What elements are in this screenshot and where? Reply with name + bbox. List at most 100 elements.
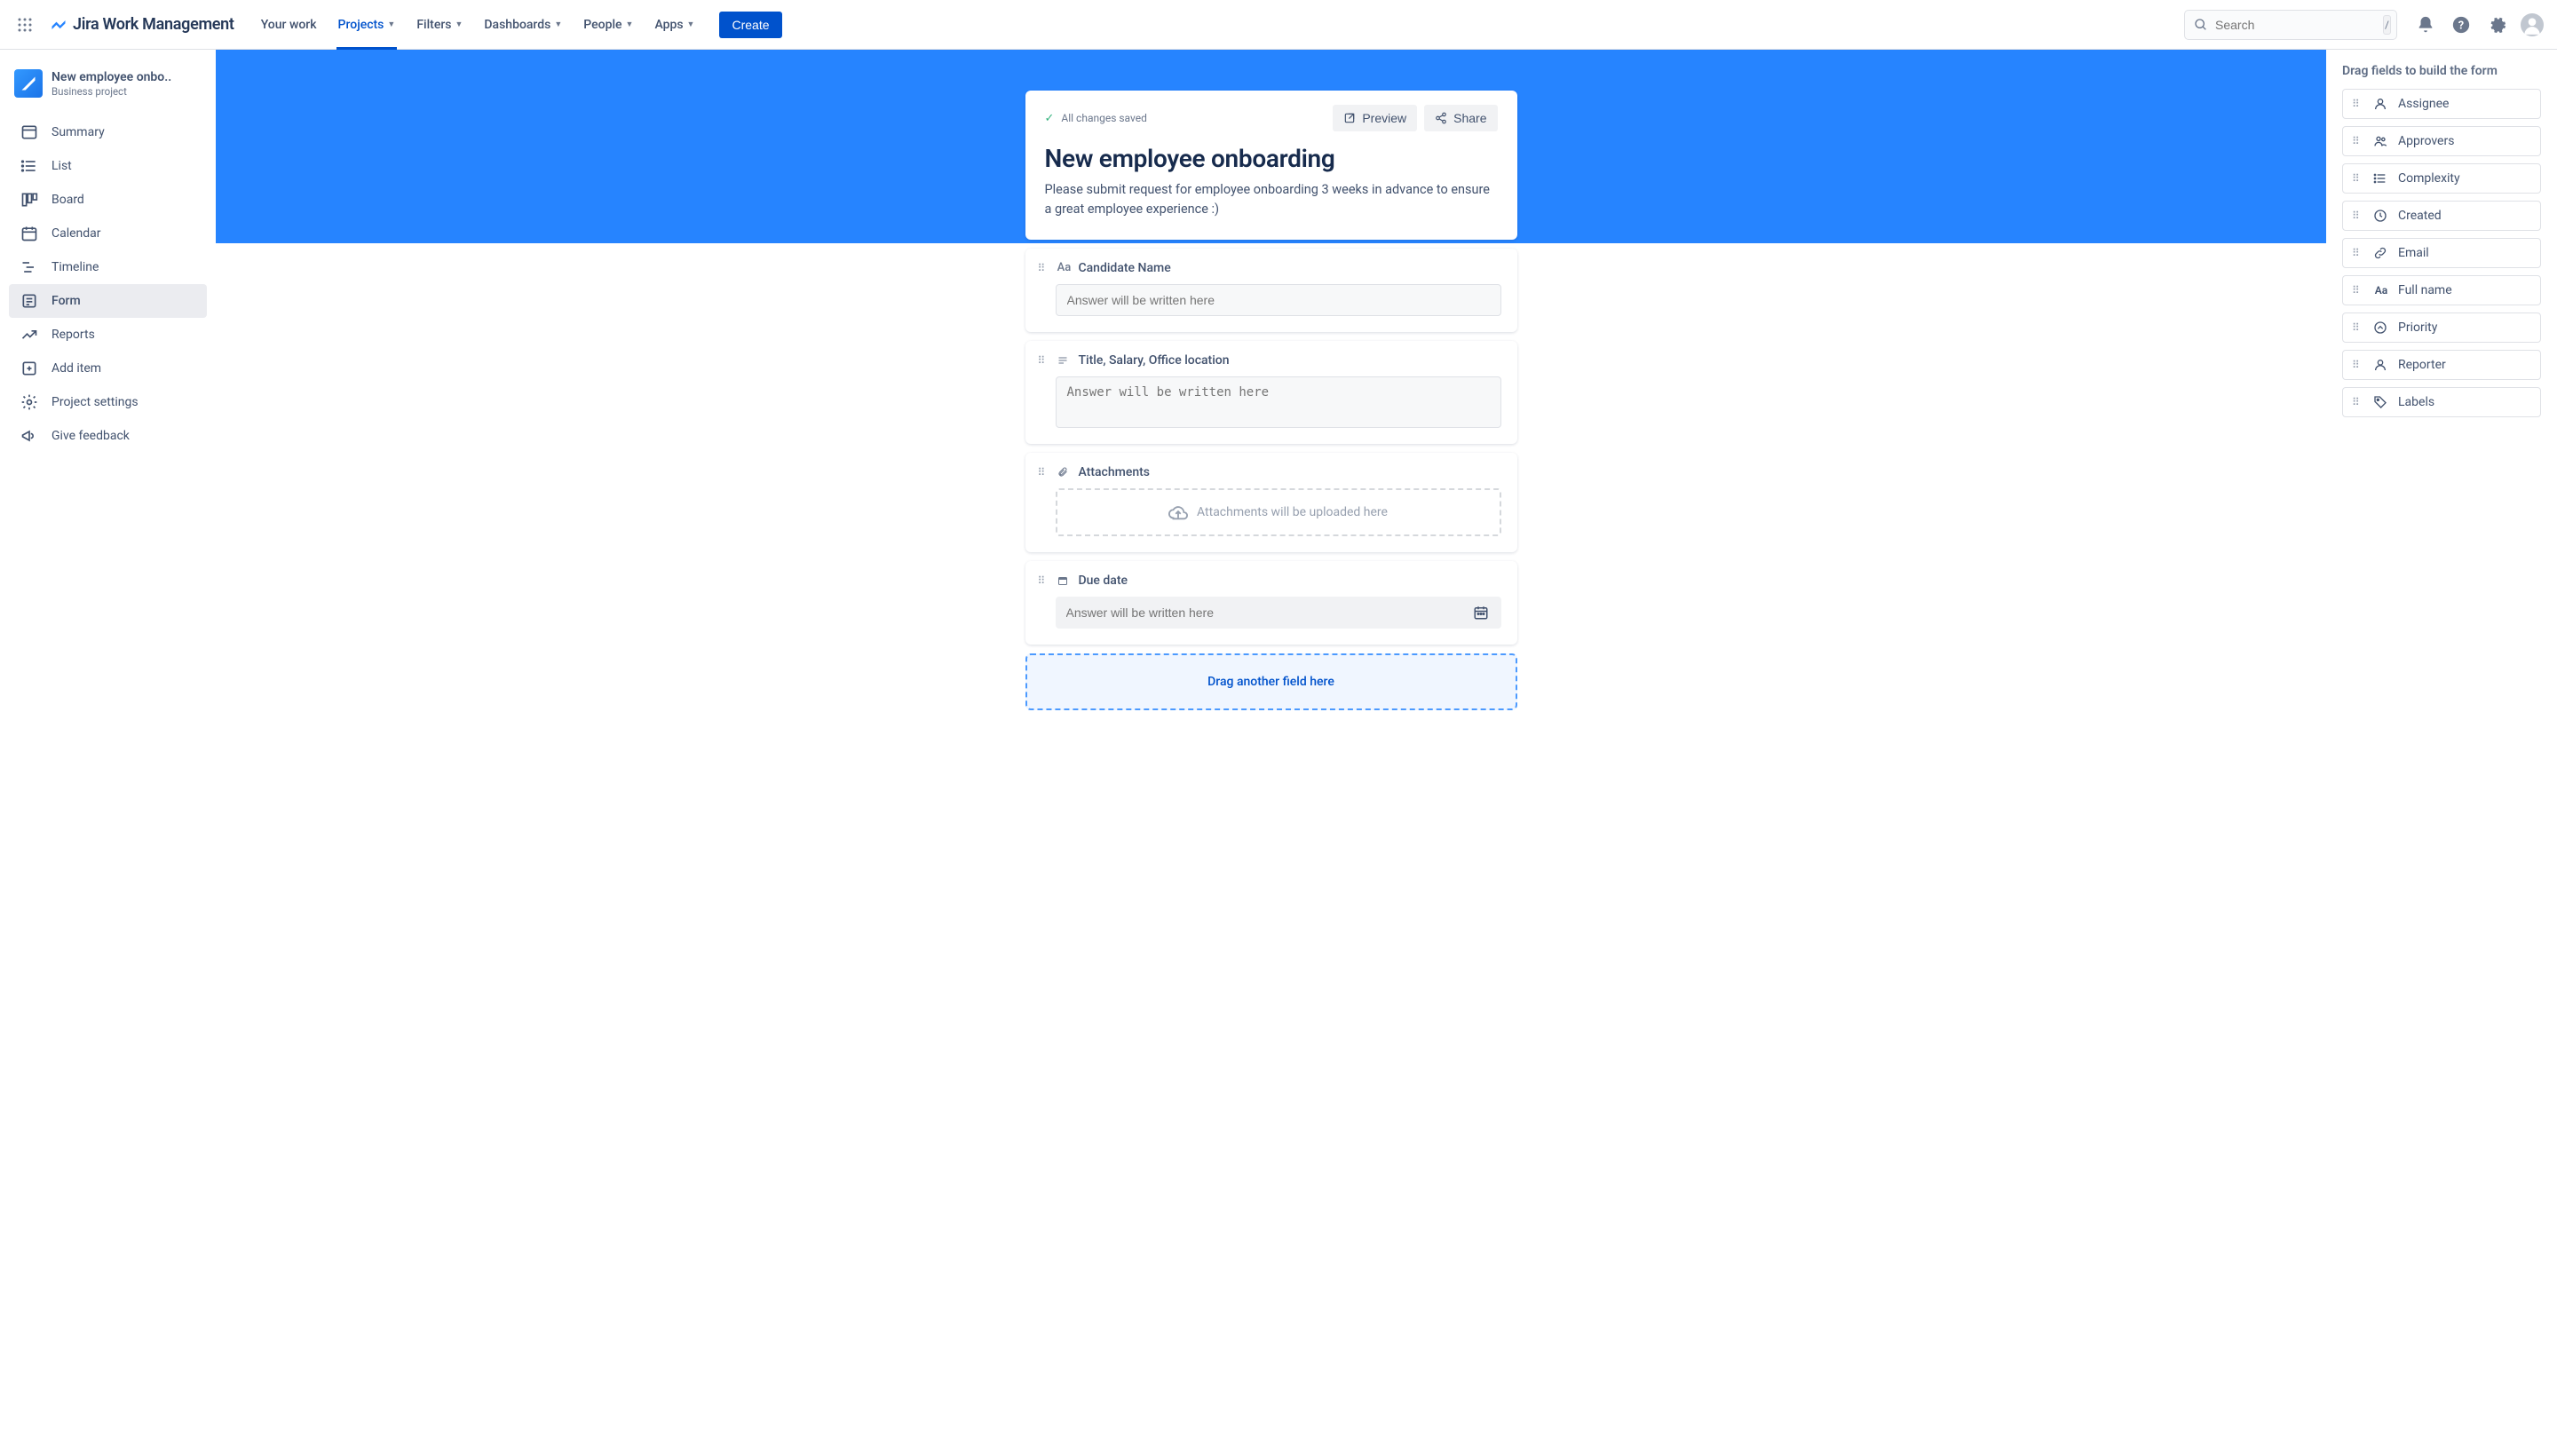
project-name: New employee onbo.. (51, 70, 171, 84)
svg-text:?: ? (2458, 19, 2464, 32)
date-field-icon (1057, 575, 1072, 586)
drag-handle-icon: ⠿ (2352, 321, 2364, 334)
settings-icon[interactable] (2482, 11, 2511, 39)
form-builder-header-card: ✓ All changes saved Preview Share (1025, 91, 1517, 240)
priority-icon (2373, 320, 2389, 335)
form-field-candidate-name[interactable]: ⠿ Aa Candidate Name (1025, 249, 1517, 332)
sidebar-item-list[interactable]: List (9, 149, 207, 183)
field-drop-target[interactable]: Drag another field here (1025, 653, 1517, 710)
drag-field-email[interactable]: ⠿ Email (2342, 238, 2541, 268)
megaphone-icon (20, 427, 39, 445)
sidebar-item-calendar[interactable]: Calendar (9, 217, 207, 250)
drag-field-labels[interactable]: ⠿ Labels (2342, 387, 2541, 417)
form-field-due-date[interactable]: ⠿ Due date (1025, 561, 1517, 645)
people-icon (2373, 134, 2389, 148)
drag-field-priority[interactable]: ⠿ Priority (2342, 313, 2541, 343)
project-type: Business project (51, 85, 171, 98)
nav-filters[interactable]: Filters▼ (408, 0, 471, 50)
drag-field-created[interactable]: ⠿ Created (2342, 201, 2541, 231)
share-icon (1435, 112, 1447, 124)
field-textarea (1056, 376, 1501, 428)
person-icon (2373, 358, 2389, 372)
link-icon (2373, 246, 2389, 260)
reports-icon (20, 326, 39, 344)
calendar-icon (1461, 605, 1501, 621)
app-switcher-icon[interactable] (11, 11, 39, 39)
attachment-dropzone: Attachments will be uploaded here (1056, 488, 1501, 536)
field-palette: Drag fields to build the form ⠿ Assignee… (2326, 50, 2557, 1456)
calendar-icon (20, 225, 39, 242)
board-icon (20, 191, 39, 209)
date-input (1056, 597, 1501, 629)
nav-your-work[interactable]: Your work (252, 0, 326, 50)
drag-field-complexity[interactable]: ⠿ Complexity (2342, 163, 2541, 194)
form-field-attachments[interactable]: ⠿ Attachments Attachments will be upload… (1025, 453, 1517, 552)
drag-handle-icon: ⠿ (2352, 135, 2364, 147)
project-header[interactable]: New employee onbo.. Business project (9, 64, 207, 110)
drag-field-fullname[interactable]: ⠿ Aa Full name (2342, 275, 2541, 305)
list-icon (20, 157, 39, 175)
text-icon: Aa (2373, 284, 2389, 297)
create-button[interactable]: Create (719, 12, 781, 38)
chevron-down-icon: ▼ (554, 20, 562, 29)
form-field-title-salary[interactable]: ⠿ Title, Salary, Office location (1025, 341, 1517, 444)
sidebar-item-add[interactable]: Add item (9, 352, 207, 385)
drag-handle-icon: ⠿ (2352, 284, 2364, 297)
search-shortcut-badge: / (2383, 15, 2391, 35)
drag-handle-icon: ⠿ (2352, 172, 2364, 185)
sidebar-item-form[interactable]: Form (9, 284, 207, 318)
attachment-field-icon (1057, 467, 1072, 478)
drag-handle-icon: ⠿ (2352, 247, 2364, 259)
nav-projects[interactable]: Projects▼ (329, 0, 405, 50)
nav-dashboards[interactable]: Dashboards▼ (475, 0, 571, 50)
field-text-input (1056, 284, 1501, 316)
drag-field-assignee[interactable]: ⠿ Assignee (2342, 89, 2541, 119)
drag-handle-icon: ⠿ (2352, 359, 2364, 371)
drag-handle-icon[interactable]: ⠿ (1038, 574, 1050, 587)
gear-icon (20, 393, 39, 411)
chevron-down-icon: ▼ (687, 20, 695, 29)
notifications-icon[interactable] (2411, 11, 2440, 39)
nav-apps[interactable]: Apps▼ (645, 0, 703, 50)
sidebar-item-board[interactable]: Board (9, 183, 207, 217)
form-icon (20, 292, 39, 310)
help-icon[interactable]: ? (2447, 11, 2475, 39)
drag-handle-icon[interactable]: ⠿ (1038, 262, 1050, 274)
person-icon (2373, 97, 2389, 111)
check-icon: ✓ (1045, 112, 1055, 125)
save-status: ✓ All changes saved (1045, 112, 1147, 125)
form-title[interactable]: New employee onboarding (1045, 144, 1498, 173)
drag-field-reporter[interactable]: ⠿ Reporter (2342, 350, 2541, 380)
chevron-down-icon: ▼ (626, 20, 634, 29)
profile-avatar[interactable] (2518, 11, 2546, 39)
product-logo[interactable]: Jira Work Management (43, 15, 241, 34)
drag-handle-icon: ⠿ (2352, 98, 2364, 110)
add-item-icon (20, 360, 39, 377)
chevron-down-icon: ▼ (387, 20, 395, 29)
drag-handle-icon: ⠿ (2352, 396, 2364, 408)
drag-field-approvers[interactable]: ⠿ Approvers (2342, 126, 2541, 156)
share-button[interactable]: Share (1424, 105, 1497, 131)
jira-logo-icon (50, 16, 67, 34)
sidebar-item-settings[interactable]: Project settings (9, 385, 207, 419)
drag-handle-icon[interactable]: ⠿ (1038, 354, 1050, 367)
cloud-upload-icon (1168, 502, 1188, 522)
preview-button[interactable]: Preview (1333, 105, 1417, 131)
paragraph-field-icon (1057, 355, 1072, 366)
drag-handle-icon[interactable]: ⠿ (1038, 466, 1050, 479)
chevron-down-icon: ▼ (455, 20, 463, 29)
sidebar-item-feedback[interactable]: Give feedback (9, 419, 207, 453)
project-avatar-icon (14, 69, 43, 98)
form-description[interactable]: Please submit request for employee onboa… (1045, 180, 1498, 220)
project-sidebar: New employee onbo.. Business project Sum… (0, 50, 216, 1456)
sidebar-item-timeline[interactable]: Timeline (9, 250, 207, 284)
list-bullet-icon (2373, 171, 2389, 186)
search-input[interactable]: / (2184, 10, 2397, 40)
text-field-icon: Aa (1057, 261, 1072, 274)
nav-people[interactable]: People▼ (574, 0, 642, 50)
clock-icon (2373, 209, 2389, 223)
product-name: Jira Work Management (73, 15, 234, 34)
sidebar-item-reports[interactable]: Reports (9, 318, 207, 352)
drag-handle-icon: ⠿ (2352, 210, 2364, 222)
sidebar-item-summary[interactable]: Summary (9, 115, 207, 149)
